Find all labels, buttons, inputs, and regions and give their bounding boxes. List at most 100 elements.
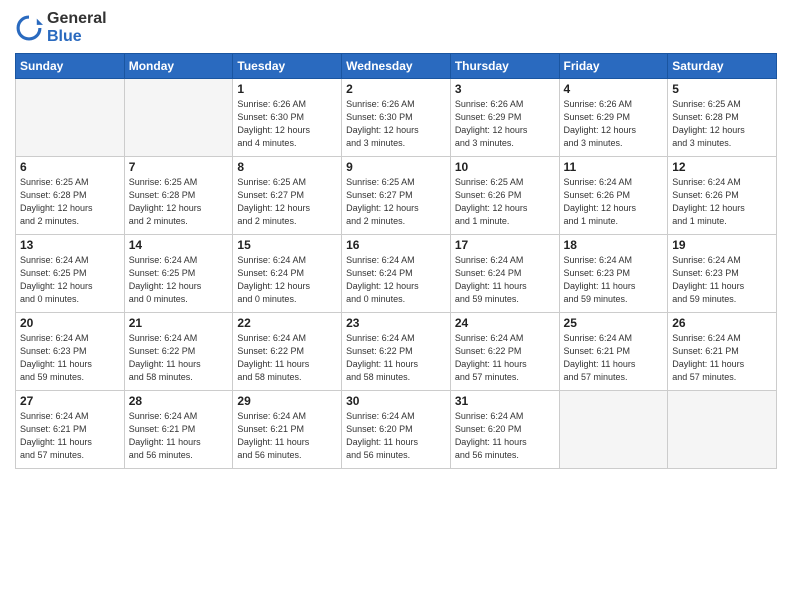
- day-info: Sunrise: 6:25 AM Sunset: 6:26 PM Dayligh…: [455, 176, 555, 228]
- day-cell: 10 Sunrise: 6:25 AM Sunset: 6:26 PM Dayli…: [450, 157, 559, 235]
- day-info: Sunrise: 6:24 AM Sunset: 6:23 PM Dayligh…: [564, 254, 664, 306]
- day-info: Sunrise: 6:26 AM Sunset: 6:29 PM Dayligh…: [455, 98, 555, 150]
- day-info: Sunrise: 6:25 AM Sunset: 6:28 PM Dayligh…: [129, 176, 229, 228]
- day-info: Sunrise: 6:24 AM Sunset: 6:20 PM Dayligh…: [346, 410, 446, 462]
- day-number: 14: [129, 238, 229, 252]
- day-cell: 5Sunrise: 6:25 AM Sunset: 6:28 PM Daylig…: [668, 79, 777, 157]
- header: General Blue: [15, 10, 777, 45]
- week-row-5: 27 Sunrise: 6:24 AM Sunset: 6:21 PM Dayli…: [16, 391, 777, 469]
- day-info: Sunrise: 6:26 AM Sunset: 6:30 PM Dayligh…: [237, 98, 337, 150]
- day-info: Sunrise: 6:26 AM Sunset: 6:29 PM Dayligh…: [564, 98, 664, 150]
- day-number: 4: [564, 82, 664, 96]
- day-number: 30: [346, 394, 446, 408]
- day-number: 20: [20, 316, 120, 330]
- day-number: 10: [455, 160, 555, 174]
- day-cell: [668, 391, 777, 469]
- day-number: 15: [237, 238, 337, 252]
- weekday-header-monday: Monday: [124, 54, 233, 79]
- week-row-2: 6 Sunrise: 6:25 AM Sunset: 6:28 PM Daylig…: [16, 157, 777, 235]
- day-number: 9: [346, 160, 446, 174]
- day-number: 6: [20, 160, 120, 174]
- day-cell: 2 Sunrise: 6:26 AM Sunset: 6:30 PM Daylig…: [342, 79, 451, 157]
- day-cell: 26 Sunrise: 6:24 AM Sunset: 6:21 PM Dayli…: [668, 313, 777, 391]
- day-info: Sunrise: 6:24 AM Sunset: 6:22 PM Dayligh…: [346, 332, 446, 384]
- calendar-table: SundayMondayTuesdayWednesdayThursdayFrid…: [15, 53, 777, 469]
- day-number: 8: [237, 160, 337, 174]
- day-cell: 30 Sunrise: 6:24 AM Sunset: 6:20 PM Dayli…: [342, 391, 451, 469]
- day-cell: 28 Sunrise: 6:24 AM Sunset: 6:21 PM Dayli…: [124, 391, 233, 469]
- day-number: 17: [455, 238, 555, 252]
- day-cell: 6 Sunrise: 6:25 AM Sunset: 6:28 PM Daylig…: [16, 157, 125, 235]
- week-row-3: 13 Sunrise: 6:24 AM Sunset: 6:25 PM Dayli…: [16, 235, 777, 313]
- day-cell: 20 Sunrise: 6:24 AM Sunset: 6:23 PM Dayli…: [16, 313, 125, 391]
- weekday-header-row: SundayMondayTuesdayWednesdayThursdayFrid…: [16, 54, 777, 79]
- day-info: Sunrise: 6:24 AM Sunset: 6:24 PM Dayligh…: [346, 254, 446, 306]
- day-cell: [559, 391, 668, 469]
- weekday-header-sunday: Sunday: [16, 54, 125, 79]
- day-info: Sunrise: 6:26 AM Sunset: 6:30 PM Dayligh…: [346, 98, 446, 150]
- calendar-page: General Blue SundayMondayTuesdayWednesda…: [0, 0, 792, 612]
- day-cell: 14 Sunrise: 6:24 AM Sunset: 6:25 PM Dayli…: [124, 235, 233, 313]
- day-info: Sunrise: 6:25 AM Sunset: 6:27 PM Dayligh…: [346, 176, 446, 228]
- day-info: Sunrise: 6:24 AM Sunset: 6:20 PM Dayligh…: [455, 410, 555, 462]
- day-info: Sunrise: 6:25 AM Sunset: 6:28 PM Dayligh…: [672, 98, 772, 150]
- weekday-header-friday: Friday: [559, 54, 668, 79]
- day-info: Sunrise: 6:24 AM Sunset: 6:24 PM Dayligh…: [237, 254, 337, 306]
- day-cell: 9 Sunrise: 6:25 AM Sunset: 6:27 PM Daylig…: [342, 157, 451, 235]
- day-cell: 4 Sunrise: 6:26 AM Sunset: 6:29 PM Daylig…: [559, 79, 668, 157]
- week-row-1: 1Sunrise: 6:26 AM Sunset: 6:30 PM Daylig…: [16, 79, 777, 157]
- day-number: 29: [237, 394, 337, 408]
- day-cell: 1Sunrise: 6:26 AM Sunset: 6:30 PM Daylig…: [233, 79, 342, 157]
- day-cell: 19 Sunrise: 6:24 AM Sunset: 6:23 PM Dayli…: [668, 235, 777, 313]
- weekday-header-wednesday: Wednesday: [342, 54, 451, 79]
- day-cell: 24 Sunrise: 6:24 AM Sunset: 6:22 PM Dayli…: [450, 313, 559, 391]
- day-info: Sunrise: 6:24 AM Sunset: 6:22 PM Dayligh…: [129, 332, 229, 384]
- day-info: Sunrise: 6:24 AM Sunset: 6:21 PM Dayligh…: [672, 332, 772, 384]
- day-number: 18: [564, 238, 664, 252]
- day-number: 11: [564, 160, 664, 174]
- day-number: 2: [346, 82, 446, 96]
- day-info: Sunrise: 6:24 AM Sunset: 6:26 PM Dayligh…: [564, 176, 664, 228]
- day-number: 28: [129, 394, 229, 408]
- day-number: 23: [346, 316, 446, 330]
- logo-icon: [15, 14, 43, 42]
- day-cell: 18 Sunrise: 6:24 AM Sunset: 6:23 PM Dayli…: [559, 235, 668, 313]
- day-info: Sunrise: 6:24 AM Sunset: 6:21 PM Dayligh…: [564, 332, 664, 384]
- day-cell: 31Sunrise: 6:24 AM Sunset: 6:20 PM Dayli…: [450, 391, 559, 469]
- day-number: 12: [672, 160, 772, 174]
- day-cell: 25 Sunrise: 6:24 AM Sunset: 6:21 PM Dayli…: [559, 313, 668, 391]
- day-number: 13: [20, 238, 120, 252]
- day-cell: 8Sunrise: 6:25 AM Sunset: 6:27 PM Daylig…: [233, 157, 342, 235]
- day-cell: 17Sunrise: 6:24 AM Sunset: 6:24 PM Dayli…: [450, 235, 559, 313]
- day-cell: 15 Sunrise: 6:24 AM Sunset: 6:24 PM Dayli…: [233, 235, 342, 313]
- day-cell: 11 Sunrise: 6:24 AM Sunset: 6:26 PM Dayli…: [559, 157, 668, 235]
- day-info: Sunrise: 6:24 AM Sunset: 6:21 PM Dayligh…: [20, 410, 120, 462]
- day-number: 26: [672, 316, 772, 330]
- day-info: Sunrise: 6:24 AM Sunset: 6:23 PM Dayligh…: [20, 332, 120, 384]
- day-number: 3: [455, 82, 555, 96]
- day-info: Sunrise: 6:24 AM Sunset: 6:25 PM Dayligh…: [129, 254, 229, 306]
- day-number: 16: [346, 238, 446, 252]
- day-number: 25: [564, 316, 664, 330]
- day-number: 21: [129, 316, 229, 330]
- day-info: Sunrise: 6:24 AM Sunset: 6:25 PM Dayligh…: [20, 254, 120, 306]
- day-cell: 13 Sunrise: 6:24 AM Sunset: 6:25 PM Dayli…: [16, 235, 125, 313]
- day-cell: 3 Sunrise: 6:26 AM Sunset: 6:29 PM Daylig…: [450, 79, 559, 157]
- day-cell: [124, 79, 233, 157]
- day-cell: 12 Sunrise: 6:24 AM Sunset: 6:26 PM Dayli…: [668, 157, 777, 235]
- weekday-header-thursday: Thursday: [450, 54, 559, 79]
- day-number: 24: [455, 316, 555, 330]
- day-number: 7: [129, 160, 229, 174]
- day-info: Sunrise: 6:25 AM Sunset: 6:28 PM Dayligh…: [20, 176, 120, 228]
- day-number: 27: [20, 394, 120, 408]
- day-cell: 29 Sunrise: 6:24 AM Sunset: 6:21 PM Dayli…: [233, 391, 342, 469]
- day-info: Sunrise: 6:24 AM Sunset: 6:22 PM Dayligh…: [455, 332, 555, 384]
- weekday-header-tuesday: Tuesday: [233, 54, 342, 79]
- weekday-header-saturday: Saturday: [668, 54, 777, 79]
- day-info: Sunrise: 6:24 AM Sunset: 6:26 PM Dayligh…: [672, 176, 772, 228]
- day-info: Sunrise: 6:24 AM Sunset: 6:21 PM Dayligh…: [237, 410, 337, 462]
- day-number: 19: [672, 238, 772, 252]
- day-info: Sunrise: 6:24 AM Sunset: 6:21 PM Dayligh…: [129, 410, 229, 462]
- day-info: Sunrise: 6:24 AM Sunset: 6:23 PM Dayligh…: [672, 254, 772, 306]
- logo: General Blue: [15, 10, 107, 45]
